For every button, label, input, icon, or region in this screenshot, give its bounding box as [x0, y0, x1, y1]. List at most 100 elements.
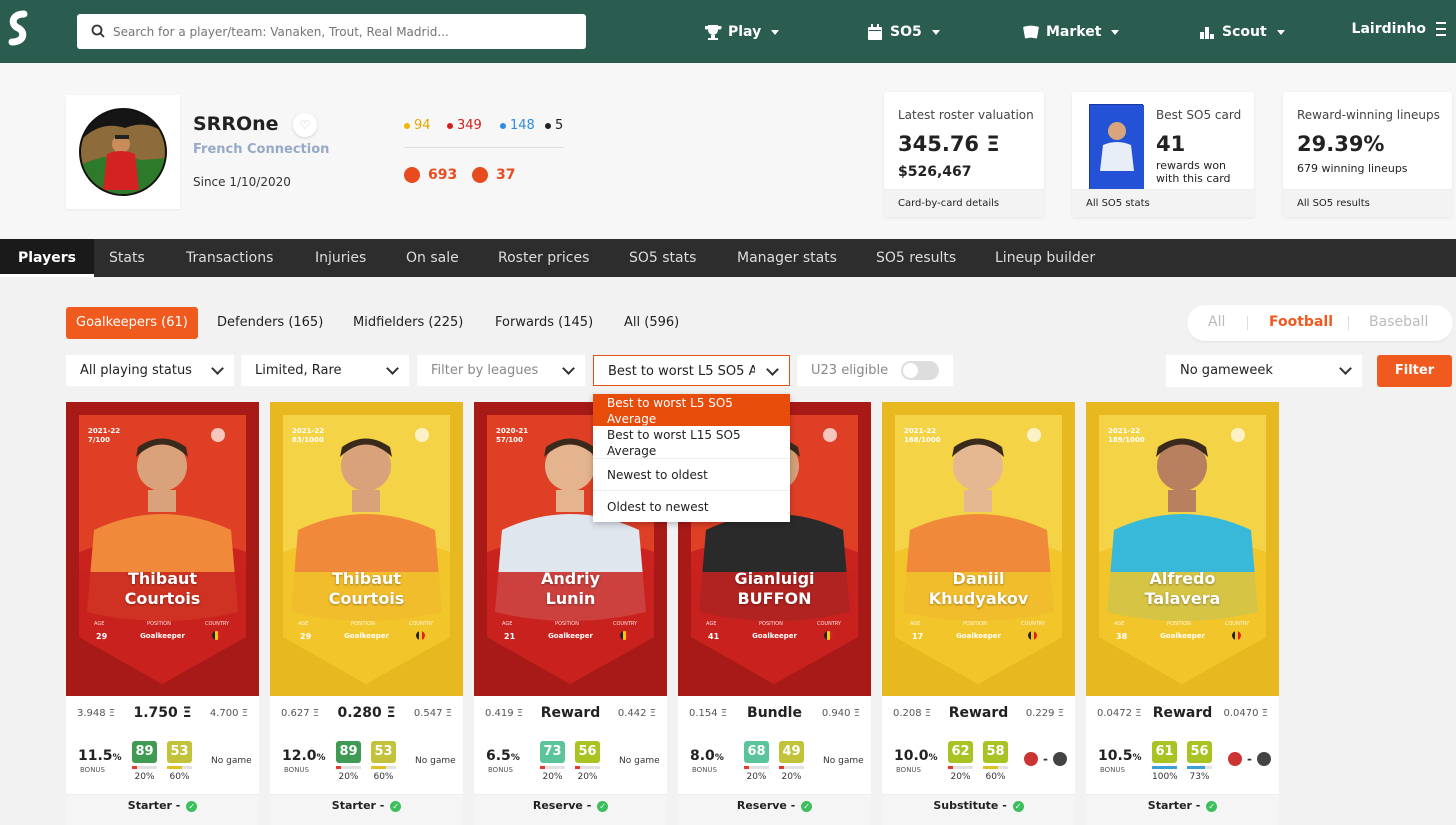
card-by-card-details-link[interactable]: Card-by-card details	[884, 189, 1044, 217]
player-card[interactable]: 2021-22 7/100 Thibaut Courtois AGE POSITION…	[66, 402, 259, 696]
medal-count: 37	[472, 167, 515, 183]
tab-stats[interactable]: Stats	[109, 239, 145, 277]
club-name[interactable]: French Connection	[193, 142, 329, 157]
count-super-rare-value: 148	[510, 118, 535, 133]
reward-lineups-card: Reward-winning lineups 29.39% 679 winnin…	[1283, 92, 1452, 217]
l5-percent: 20%	[134, 772, 155, 782]
all-so5-stats-link[interactable]: All SO5 stats	[1072, 189, 1254, 217]
player-card[interactable]: 2021-22 83/1000 Thibaut Courtois AGE POSITI…	[270, 402, 463, 696]
chevron-down-icon	[771, 29, 780, 35]
filter-button[interactable]: Filter	[1377, 355, 1452, 387]
sport-baseball[interactable]: Baseball	[1369, 314, 1428, 330]
l15-score: 56	[575, 741, 600, 763]
card-artwork	[270, 402, 463, 696]
l5-bar	[1152, 766, 1177, 769]
best-card-thumbnail[interactable]	[1089, 104, 1144, 191]
high-price: 0.0470 Ξ	[1223, 708, 1269, 719]
all-so5-results-link[interactable]: All SO5 results	[1283, 189, 1452, 217]
l5-bar	[540, 766, 565, 769]
l5-percent: 20%	[746, 772, 767, 782]
bar-chart-icon	[1200, 27, 1214, 39]
playing-status-select[interactable]: All playing status	[66, 355, 234, 386]
card-artwork	[1086, 402, 1279, 696]
tab-lineup-builder[interactable]: Lineup builder	[995, 239, 1095, 277]
player-card[interactable]: 2021-22 189/1000 Alfredo Talavera AGE POSIT…	[1086, 402, 1279, 696]
player-status: Starter - ✓	[66, 794, 259, 825]
tab-on-sale[interactable]: On sale	[406, 239, 459, 277]
roster-valuation-value: 345.76 Ξ	[898, 132, 1000, 156]
gameweek-value: No gameweek	[1180, 363, 1273, 378]
reward-lineups-value: 29.39%	[1297, 132, 1385, 156]
nav-scout[interactable]: Scout	[1198, 21, 1285, 43]
card-field-labels: AGE POSITION COUNTRY	[706, 621, 843, 627]
nav-play-label: Play	[728, 24, 762, 40]
position-defenders[interactable]: Defenders (165)	[207, 307, 333, 339]
sort-dropdown-menu: Best to worst L5 SO5 Average Best to wor…	[593, 394, 790, 522]
tab-so5-results[interactable]: SO5 results	[876, 239, 956, 277]
position-forwards[interactable]: Forwards (145)	[485, 307, 603, 339]
yellow-dot-icon	[404, 122, 410, 129]
nav-so5[interactable]: SO5	[866, 21, 940, 43]
sort-option-oldest[interactable]: Oldest to newest	[593, 499, 790, 515]
position-midfielders[interactable]: Midfielders (225)	[343, 307, 473, 339]
card-player-name: Thibaut Courtois	[66, 569, 259, 609]
count-unique-black: 5	[545, 118, 563, 133]
l15-percent: 73%	[1189, 772, 1210, 782]
card-serial: 7/100	[88, 436, 111, 444]
sport-football[interactable]: Football	[1269, 314, 1333, 330]
rarity-select[interactable]: Limited, Rare	[241, 355, 409, 386]
search-bar[interactable]	[77, 14, 586, 49]
l15-bar	[371, 766, 396, 769]
favorite-heart-icon[interactable]: ♡	[293, 113, 317, 137]
sort-option-l15[interactable]: Best to worst L15 SO5 Average	[593, 427, 790, 459]
count-unique-value: 94	[414, 118, 431, 133]
l15-score: 53	[371, 741, 396, 763]
menu-icon[interactable]	[1436, 22, 1446, 36]
nav-play[interactable]: Play	[704, 21, 780, 43]
l5-bar	[948, 766, 973, 769]
user-menu[interactable]: Lairdinho	[1352, 21, 1446, 37]
leagues-select[interactable]: Filter by leagues	[417, 355, 585, 386]
high-price: 0.547 Ξ	[413, 708, 452, 719]
next-game: No game	[619, 756, 660, 766]
u23-toggle[interactable]	[901, 361, 939, 380]
check-icon: ✓	[186, 800, 198, 812]
position-label: POSITION	[351, 621, 375, 627]
l15-score: 58	[983, 741, 1008, 763]
l15-percent: 20%	[577, 772, 598, 782]
sorare-logo-icon[interactable]	[4, 10, 34, 48]
sort-option-newest[interactable]: Newest to oldest	[593, 467, 790, 483]
age-label: AGE	[502, 621, 513, 627]
profile-tabs: Players Stats Transactions Injuries On s…	[0, 239, 1456, 277]
l15-percent: 60%	[985, 772, 1006, 782]
tab-roster-prices[interactable]: Roster prices	[498, 239, 589, 277]
nav-market[interactable]: Market	[1022, 21, 1120, 43]
position-goalkeepers[interactable]: Goalkeepers (61)	[66, 307, 198, 339]
away-club-icon	[1257, 752, 1271, 766]
gameweek-select[interactable]: No gameweek	[1166, 355, 1362, 387]
card-season-text: 2021-22	[904, 427, 937, 435]
divider	[404, 147, 564, 148]
sort-option-l5[interactable]: Best to worst L5 SO5 Average	[593, 394, 790, 426]
search-input[interactable]	[113, 14, 573, 49]
member-since: Since 1/10/2020	[193, 175, 291, 189]
high-price: 4.700 Ξ	[209, 708, 248, 719]
tab-injuries[interactable]: Injuries	[315, 239, 366, 277]
card-first-name: Thibaut	[331, 569, 402, 588]
position-all[interactable]: All (596)	[614, 307, 689, 339]
player-card[interactable]: 2021-22 168/1000 Daniil Khudyakov AGE POSIT…	[882, 402, 1075, 696]
sort-select[interactable]: Best to worst L5 SO5 Average	[593, 355, 790, 386]
tab-manager-stats[interactable]: Manager stats	[737, 239, 837, 277]
divider	[593, 490, 790, 491]
tab-so5-stats[interactable]: SO5 stats	[629, 239, 696, 277]
sport-all[interactable]: All	[1208, 314, 1225, 330]
sort-value: Best to worst L5 SO5 Average	[608, 364, 755, 379]
card-position: Goalkeeper	[140, 632, 185, 640]
tab-transactions[interactable]: Transactions	[186, 239, 273, 277]
bonus-label: BONUS	[896, 766, 921, 774]
age-label: AGE	[298, 621, 309, 627]
l5-percent: 20%	[950, 772, 971, 782]
tab-players[interactable]: Players	[0, 239, 94, 277]
l5-bar	[336, 766, 361, 769]
card-last-name: Talavera	[1144, 589, 1221, 608]
